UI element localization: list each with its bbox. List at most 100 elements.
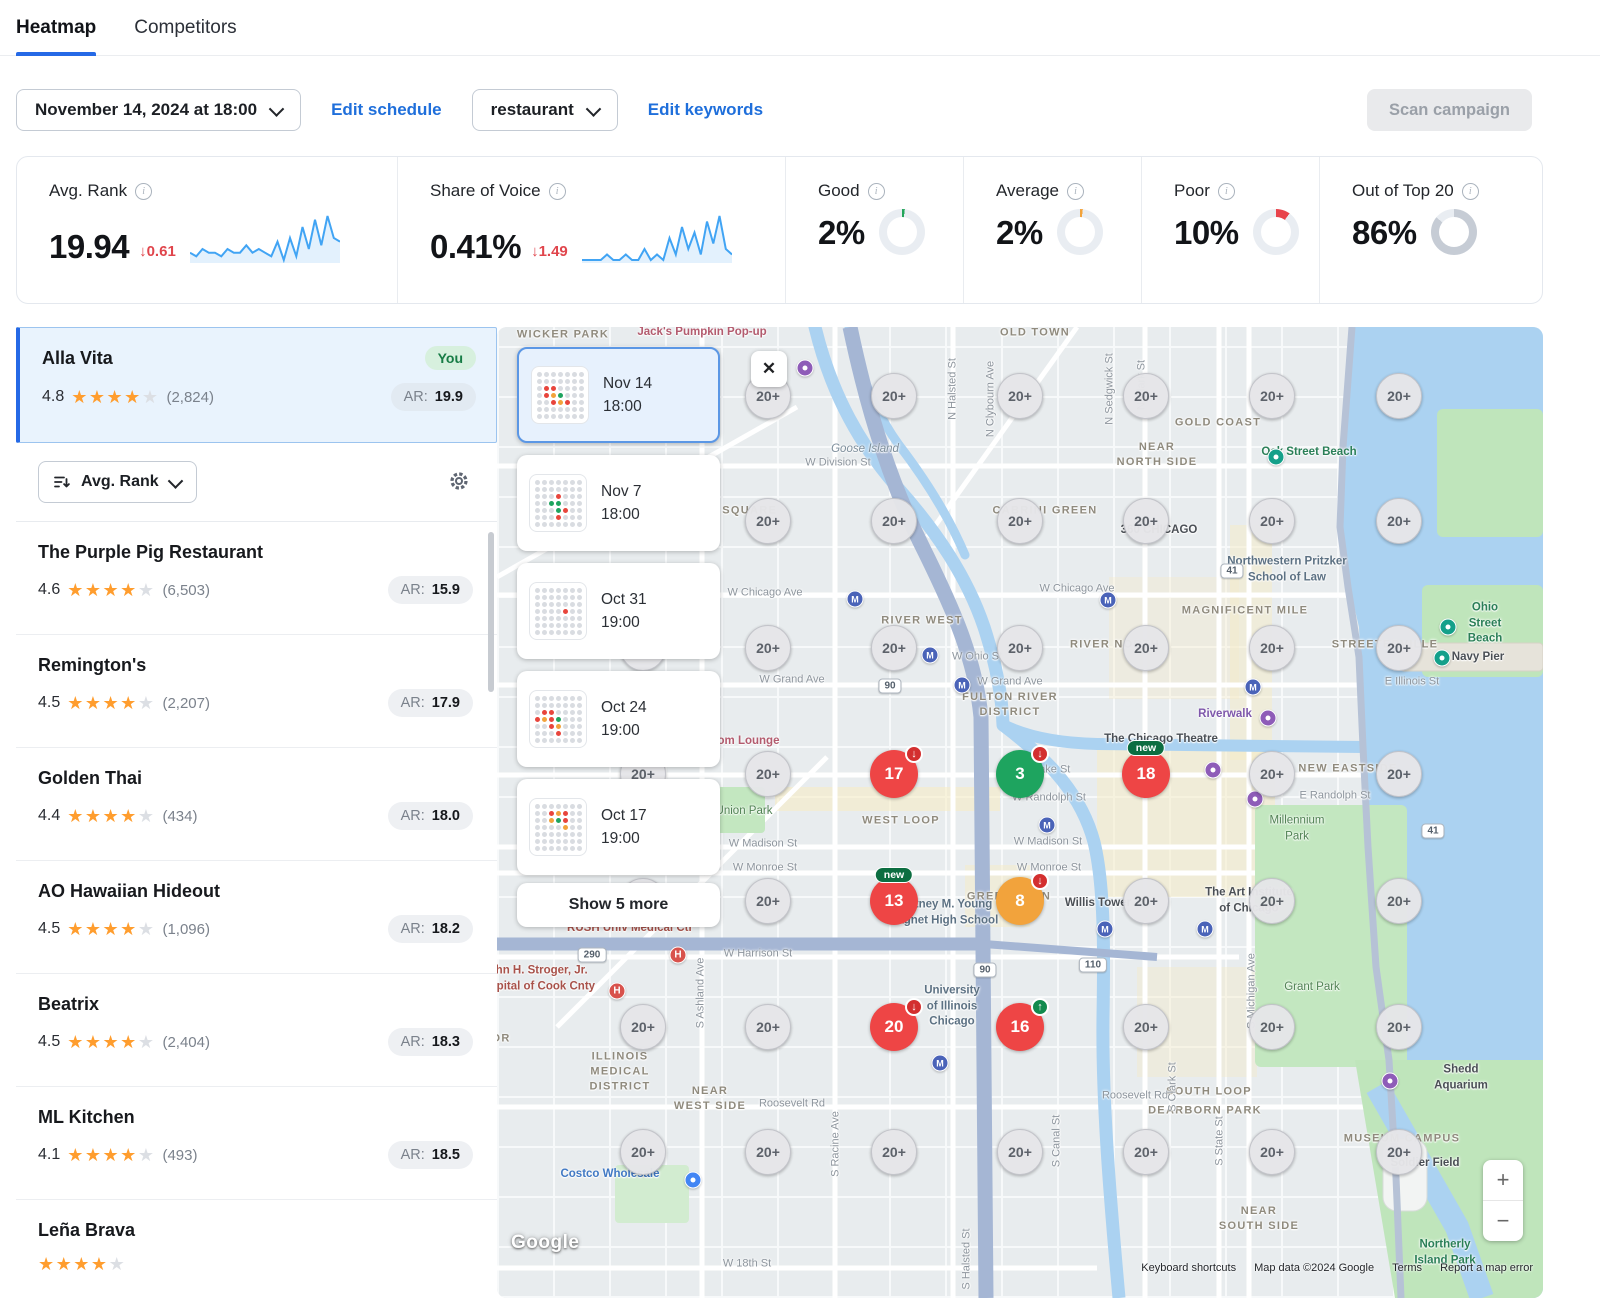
list-item[interactable]: ML Kitchen4.1★★★★★(493)AR:18.5 xyxy=(16,1087,497,1200)
map-pin[interactable]: 13new xyxy=(870,877,918,925)
map-pin[interactable]: 20+ xyxy=(745,751,791,797)
tab-heatmap[interactable]: Heatmap xyxy=(16,0,96,55)
info-icon[interactable] xyxy=(135,183,152,200)
scan-history-item[interactable]: Oct 3119:00 xyxy=(517,563,720,659)
donut-chart xyxy=(879,209,925,255)
map-pin[interactable]: 20+ xyxy=(997,498,1043,544)
star-icon: ★ xyxy=(67,580,85,600)
avg-rank-badge-label: AR: xyxy=(401,921,425,937)
show-more-scans-button[interactable]: Show 5 more xyxy=(517,883,720,927)
map-pin[interactable]: 20+ xyxy=(745,498,791,544)
scan-history-item[interactable]: Oct 1719:00 xyxy=(517,779,720,875)
scan-campaign-button[interactable]: Scan campaign xyxy=(1367,89,1532,131)
avg-rank-badge-label: AR: xyxy=(401,582,425,598)
scan-history-item[interactable]: Oct 2419:00 xyxy=(517,671,720,767)
list-item[interactable]: Remington's4.5★★★★★(2,207)AR:17.9 xyxy=(16,635,497,748)
edit-keywords-link[interactable]: Edit keywords xyxy=(648,100,763,120)
donut-chart xyxy=(1253,209,1299,255)
map-pin[interactable]: 8↓ xyxy=(996,877,1044,925)
keyword-selector[interactable]: restaurant xyxy=(472,89,618,131)
sort-dropdown[interactable]: Avg. Rank xyxy=(38,461,197,503)
list-item[interactable]: Golden Thai4.4★★★★★(434)AR:18.0 xyxy=(16,748,497,861)
scan-history-item[interactable]: Nov 718:00 xyxy=(517,455,720,551)
zoom-in-button[interactable]: + xyxy=(1483,1160,1523,1200)
map-pin[interactable]: 20+ xyxy=(871,625,917,671)
map-pin[interactable]: 20+ xyxy=(1249,751,1295,797)
map-pin[interactable]: 17↓ xyxy=(870,750,918,798)
avg-rank-badge-label: AR: xyxy=(401,1034,425,1050)
list-item[interactable]: Leña Brava★★★★★ xyxy=(16,1200,497,1298)
map-pin[interactable]: 20+ xyxy=(1376,878,1422,924)
star-icon: ★ xyxy=(38,1254,56,1274)
your-business-card[interactable]: Alla Vita You 4.8 ★★★★★ (2,824) AR: 19.9 xyxy=(16,327,497,443)
review-count: (2,404) xyxy=(162,1034,210,1051)
map-pin[interactable]: 20+ xyxy=(1249,1004,1295,1050)
map[interactable]: WICKER PARKOLD TOWNNOBLE SQUARECABRINI G… xyxy=(497,327,1543,1298)
map-pin[interactable]: 20+ xyxy=(1249,1129,1295,1175)
business-name: Remington's xyxy=(38,655,473,676)
map-pin[interactable]: 20+ xyxy=(1376,751,1422,797)
map-pin[interactable]: 20+ xyxy=(1123,498,1169,544)
map-pin[interactable]: 3↓ xyxy=(996,750,1044,798)
map-pin[interactable]: 20+ xyxy=(1376,625,1422,671)
map-pin[interactable]: 20+ xyxy=(871,373,917,419)
info-icon[interactable] xyxy=(549,183,566,200)
business-name: Alla Vita xyxy=(42,348,113,369)
list-item[interactable]: AO Hawaiian Hideout4.5★★★★★(1,096)AR:18.… xyxy=(16,861,497,974)
star-icon: ★ xyxy=(103,693,121,713)
list-item[interactable]: The Purple Pig Restaurant4.6★★★★★(6,503)… xyxy=(16,522,497,635)
avg-rank-badge-label: AR: xyxy=(404,389,428,405)
map-pin[interactable]: 20+ xyxy=(1376,1004,1422,1050)
info-icon[interactable] xyxy=(1067,183,1084,200)
map-pin[interactable]: 20+ xyxy=(1249,625,1295,671)
map-pin[interactable]: 20+ xyxy=(1123,625,1169,671)
edit-schedule-link[interactable]: Edit schedule xyxy=(331,100,442,120)
tab-competitors-label: Competitors xyxy=(134,17,236,39)
map-pin[interactable]: 20+ xyxy=(1376,373,1422,419)
map-pin[interactable]: 20+ xyxy=(1249,373,1295,419)
map-pin[interactable]: 20+ xyxy=(620,1004,666,1050)
donut-metric: Good2% xyxy=(785,157,963,303)
scan-history-item[interactable]: Nov 1418:00 xyxy=(517,347,720,443)
map-pin[interactable]: 20+ xyxy=(1249,498,1295,544)
zoom-out-button[interactable]: − xyxy=(1483,1200,1523,1241)
scan-time: 19:00 xyxy=(601,611,647,634)
map-pin[interactable]: 20+ xyxy=(745,1004,791,1050)
metric-value: 10% xyxy=(1174,216,1239,249)
avg-rank-sparkline xyxy=(190,211,340,263)
map-pin[interactable]: 20+ xyxy=(1123,373,1169,419)
map-pin[interactable]: 20+ xyxy=(997,625,1043,671)
share-of-voice-sparkline xyxy=(582,211,732,263)
down-arrow-badge: ↓ xyxy=(905,745,923,763)
map-pin[interactable]: 18new xyxy=(1122,750,1170,798)
info-icon[interactable] xyxy=(1218,183,1235,200)
map-pin[interactable]: 20+ xyxy=(745,878,791,924)
keyboard-shortcuts-link[interactable]: Keyboard shortcuts xyxy=(1141,1262,1236,1274)
map-pin[interactable]: 20+ xyxy=(1123,878,1169,924)
map-pin[interactable]: 20↓ xyxy=(870,1003,918,1051)
list-settings-button[interactable] xyxy=(445,467,473,498)
list-item[interactable]: Beatrix4.5★★★★★(2,404)AR:18.3 xyxy=(16,974,497,1087)
map-pin[interactable]: 20+ xyxy=(1123,1004,1169,1050)
report-map-error-link[interactable]: Report a map error xyxy=(1440,1262,1533,1274)
star-icon: ★ xyxy=(138,1032,156,1052)
map-pin[interactable]: 20+ xyxy=(1376,1129,1422,1175)
date-selector[interactable]: November 14, 2024 at 18:00 xyxy=(16,89,301,131)
info-icon[interactable] xyxy=(1462,183,1479,200)
terms-link[interactable]: Terms xyxy=(1392,1262,1422,1274)
tab-competitors[interactable]: Competitors xyxy=(134,0,236,55)
map-pin[interactable]: 20+ xyxy=(745,1129,791,1175)
list-scrollbar[interactable] xyxy=(488,532,494,692)
close-icon[interactable] xyxy=(751,351,787,387)
map-pin[interactable]: 20+ xyxy=(1249,878,1295,924)
map-pin[interactable]: 20+ xyxy=(997,373,1043,419)
map-pin[interactable]: 20+ xyxy=(871,1129,917,1175)
map-pin[interactable]: 20+ xyxy=(997,1129,1043,1175)
map-pin[interactable]: 20+ xyxy=(871,498,917,544)
map-pin[interactable]: 20+ xyxy=(1123,1129,1169,1175)
map-pin[interactable]: 20+ xyxy=(1376,498,1422,544)
map-pin[interactable]: 20+ xyxy=(620,1129,666,1175)
map-pin[interactable]: 16↑ xyxy=(996,1003,1044,1051)
map-pin[interactable]: 20+ xyxy=(745,625,791,671)
info-icon[interactable] xyxy=(868,183,885,200)
